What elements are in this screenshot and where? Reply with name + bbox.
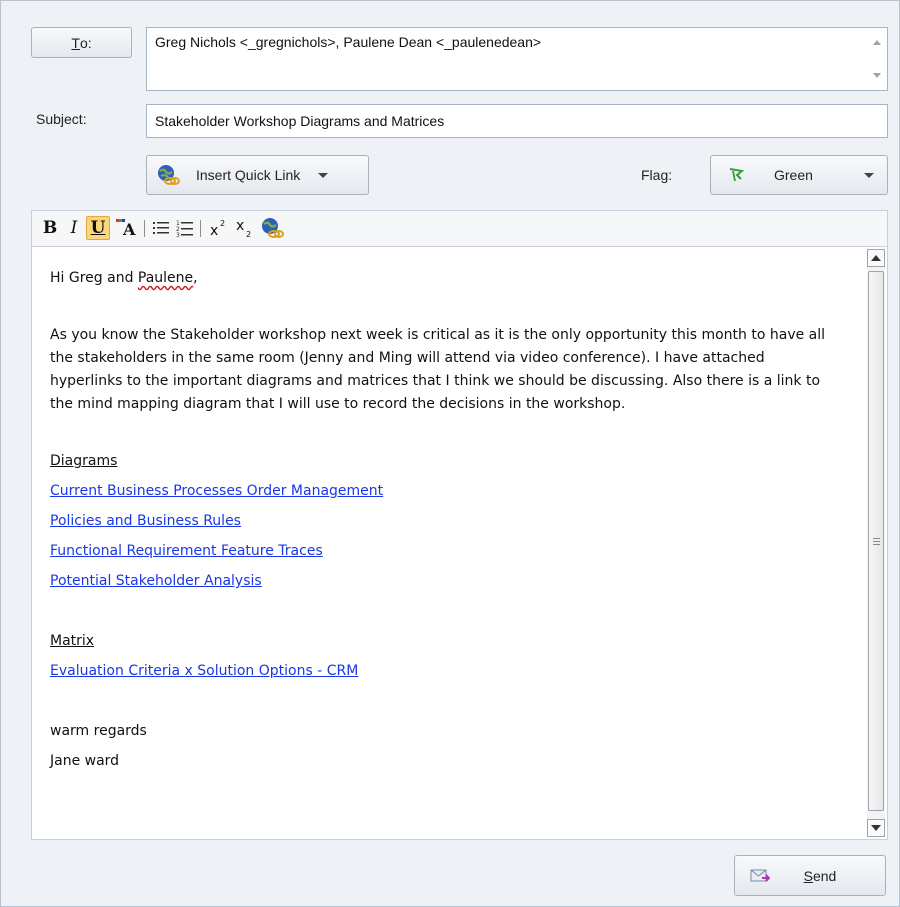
signature: Jane ward [50, 753, 120, 769]
to-button-accel: T [71, 34, 80, 51]
closing: warm regards [50, 723, 147, 739]
numbered-list-icon[interactable]: 1 2 3 [175, 216, 195, 240]
send-button[interactable]: Send [734, 855, 886, 896]
insert-quick-link-button[interactable]: Insert Quick Link [146, 155, 369, 195]
body-paragraph: As you know the Stakeholder workshop nex… [50, 327, 826, 412]
subject-field-value: Stakeholder Workshop Diagrams and Matric… [155, 113, 445, 129]
subject-label: Subject: [36, 111, 87, 127]
vertical-scrollbar[interactable] [867, 249, 885, 837]
flag-value: Green [774, 167, 813, 183]
diagram-link[interactable]: Policies and Business Rules [50, 506, 850, 536]
send-label: Send [804, 868, 837, 884]
scroll-up-button[interactable] [867, 249, 885, 267]
svg-text:3: 3 [176, 232, 180, 239]
scroll-down-button[interactable] [867, 819, 885, 837]
arrow-up-icon [871, 255, 881, 261]
message-body-editor[interactable]: Hi Greg and Paulene, As you know the Sta… [31, 246, 888, 840]
send-rest: end [812, 867, 837, 884]
svg-text:2: 2 [220, 219, 225, 228]
chevron-down-icon [864, 173, 874, 178]
to-field-value: Greg Nichols <_gregnichols>, Paulene Dea… [155, 34, 542, 50]
insert-link-icon[interactable] [260, 216, 284, 240]
chevron-down-icon [318, 172, 329, 178]
flag-label: Flag: [641, 167, 673, 183]
to-field[interactable]: Greg Nichols <_gregnichols>, Paulene Dea… [146, 27, 888, 91]
greeting-prefix: Hi Greg and [50, 270, 138, 286]
arrow-down-icon [871, 825, 881, 831]
send-mail-icon [750, 869, 770, 882]
superscript-icon[interactable]: x 2 [208, 216, 230, 240]
scroll-thumb[interactable] [868, 271, 884, 811]
svg-text:x: x [210, 223, 218, 239]
flag-dropdown[interactable]: Green [710, 155, 888, 195]
svg-text:x: x [236, 218, 244, 234]
diagram-link[interactable]: Current Business Processes Order Managem… [50, 476, 850, 506]
to-button[interactable]: To: [31, 27, 132, 58]
globe-link-icon [158, 165, 180, 185]
subject-field[interactable]: Stakeholder Workshop Diagrams and Matric… [146, 104, 888, 138]
italic-button[interactable]: I [64, 216, 84, 240]
matrix-heading: Matrix [50, 633, 95, 649]
svg-text:2: 2 [246, 230, 251, 239]
to-scroll-down-icon[interactable] [873, 73, 881, 78]
diagram-link[interactable]: Potential Stakeholder Analysis [50, 566, 850, 596]
diagrams-heading: Diagrams [50, 453, 118, 469]
grip-icon [873, 538, 880, 539]
to-field-scrollbar[interactable] [867, 28, 887, 90]
to-scroll-up-icon[interactable] [873, 40, 881, 45]
message-body: Hi Greg and Paulene, As you know the Sta… [50, 267, 850, 776]
underline-button[interactable]: U [86, 216, 110, 240]
matrix-link[interactable]: Evaluation Criteria x Solution Options -… [50, 656, 850, 686]
toolbar-separator [200, 220, 201, 237]
grip-icon [873, 544, 880, 545]
font-color-icon[interactable]: A [114, 216, 140, 240]
greeting: Hi Greg and Paulene, [50, 267, 850, 290]
grip-icon [873, 541, 880, 542]
flag-icon [729, 168, 744, 182]
svg-text:A: A [122, 220, 136, 239]
subscript-icon[interactable]: x 2 [234, 216, 256, 240]
greeting-name: Paulene [137, 270, 194, 286]
format-toolbar: B I U A 1 2 3 x 2 x 2 [31, 210, 888, 246]
bold-button[interactable]: B [40, 216, 60, 240]
insert-quick-link-label: Insert Quick Link [196, 167, 301, 183]
to-button-label: o: [79, 34, 92, 51]
send-accel: S [803, 867, 813, 884]
toolbar-separator [144, 220, 145, 237]
bullet-list-icon[interactable] [151, 216, 171, 240]
greeting-suffix: , [193, 270, 198, 286]
diagram-link[interactable]: Functional Requirement Feature Traces [50, 536, 850, 566]
